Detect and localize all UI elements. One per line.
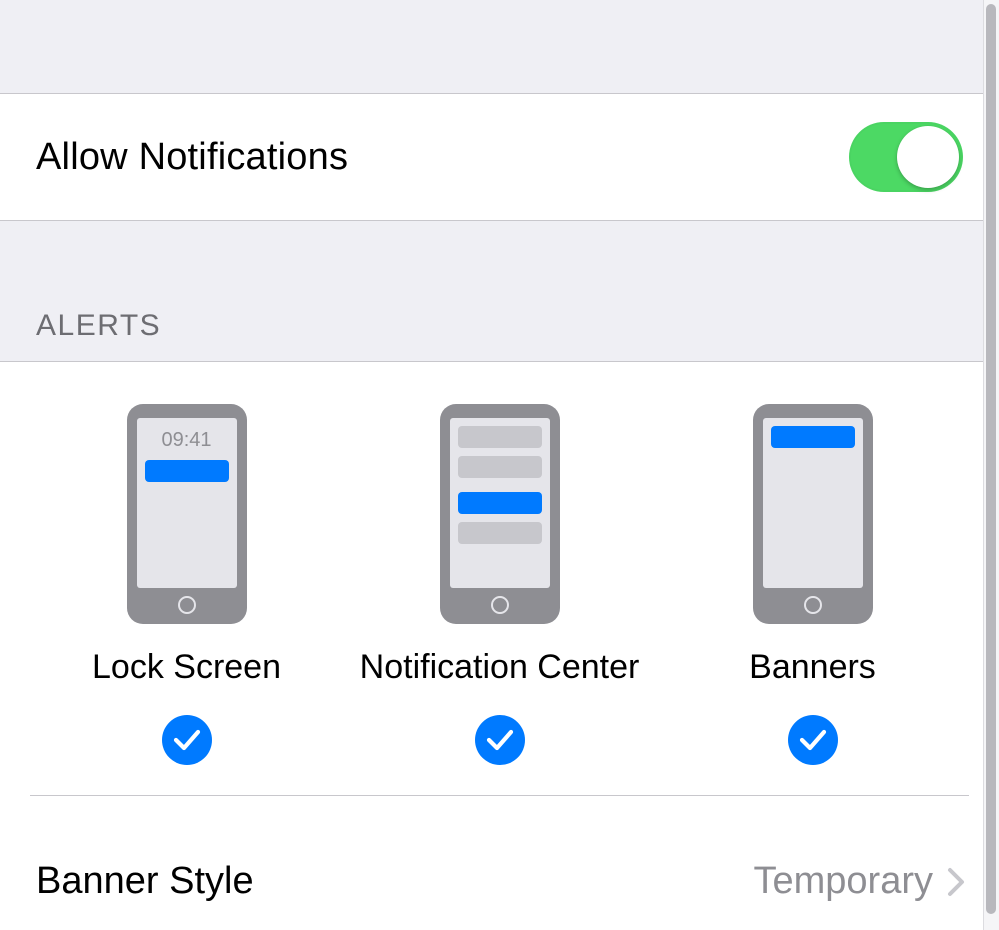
alerts-section-header: ALERTS: [0, 221, 999, 362]
alert-option-notification-center[interactable]: Notification Center: [350, 404, 650, 765]
alerts-panel: 09:41 Lock Screen: [0, 362, 999, 830]
notification-center-label: Notification Center: [360, 648, 640, 687]
banners-label: Banners: [749, 648, 876, 687]
grey-notification-bar-icon: [458, 426, 542, 448]
blue-notification-bar-icon: [145, 460, 229, 482]
banner-style-label: Banner Style: [36, 860, 254, 903]
banners-phone-icon: [753, 404, 873, 624]
checkmark-icon: [799, 728, 827, 752]
notification-center-phone-icon: [440, 404, 560, 624]
alerts-grid: 09:41 Lock Screen: [30, 404, 969, 765]
allow-notifications-label: Allow Notifications: [36, 136, 348, 179]
lock-screen-label: Lock Screen: [92, 648, 281, 687]
banner-style-value: Temporary: [754, 860, 934, 903]
separator: [30, 795, 969, 796]
alert-option-banners[interactable]: Banners: [663, 404, 963, 765]
header-spacer: [0, 0, 999, 94]
checkmark-icon: [173, 728, 201, 752]
grey-notification-bar-icon: [458, 456, 542, 478]
grey-notification-bar-icon: [458, 522, 542, 544]
alert-option-lock-screen[interactable]: 09:41 Lock Screen: [37, 404, 337, 765]
lock-screen-time: 09:41: [161, 429, 211, 452]
allow-notifications-row[interactable]: Allow Notifications: [0, 94, 999, 221]
toggle-knob: [897, 126, 959, 188]
banner-style-row[interactable]: Banner Style Temporary: [0, 830, 999, 930]
home-button-icon: [804, 596, 822, 614]
notification-center-checkmark[interactable]: [475, 715, 525, 765]
home-button-icon: [178, 596, 196, 614]
home-button-icon: [491, 596, 509, 614]
lock-screen-checkmark[interactable]: [162, 715, 212, 765]
blue-notification-bar-icon: [771, 426, 855, 448]
scrollbar-thumb[interactable]: [986, 4, 996, 914]
lock-screen-phone-icon: 09:41: [127, 404, 247, 624]
blue-notification-bar-icon: [458, 492, 542, 514]
chevron-right-icon: [947, 867, 965, 897]
allow-notifications-toggle[interactable]: [849, 122, 963, 192]
checkmark-icon: [486, 728, 514, 752]
scrollbar-track[interactable]: [983, 0, 999, 930]
banners-checkmark[interactable]: [788, 715, 838, 765]
